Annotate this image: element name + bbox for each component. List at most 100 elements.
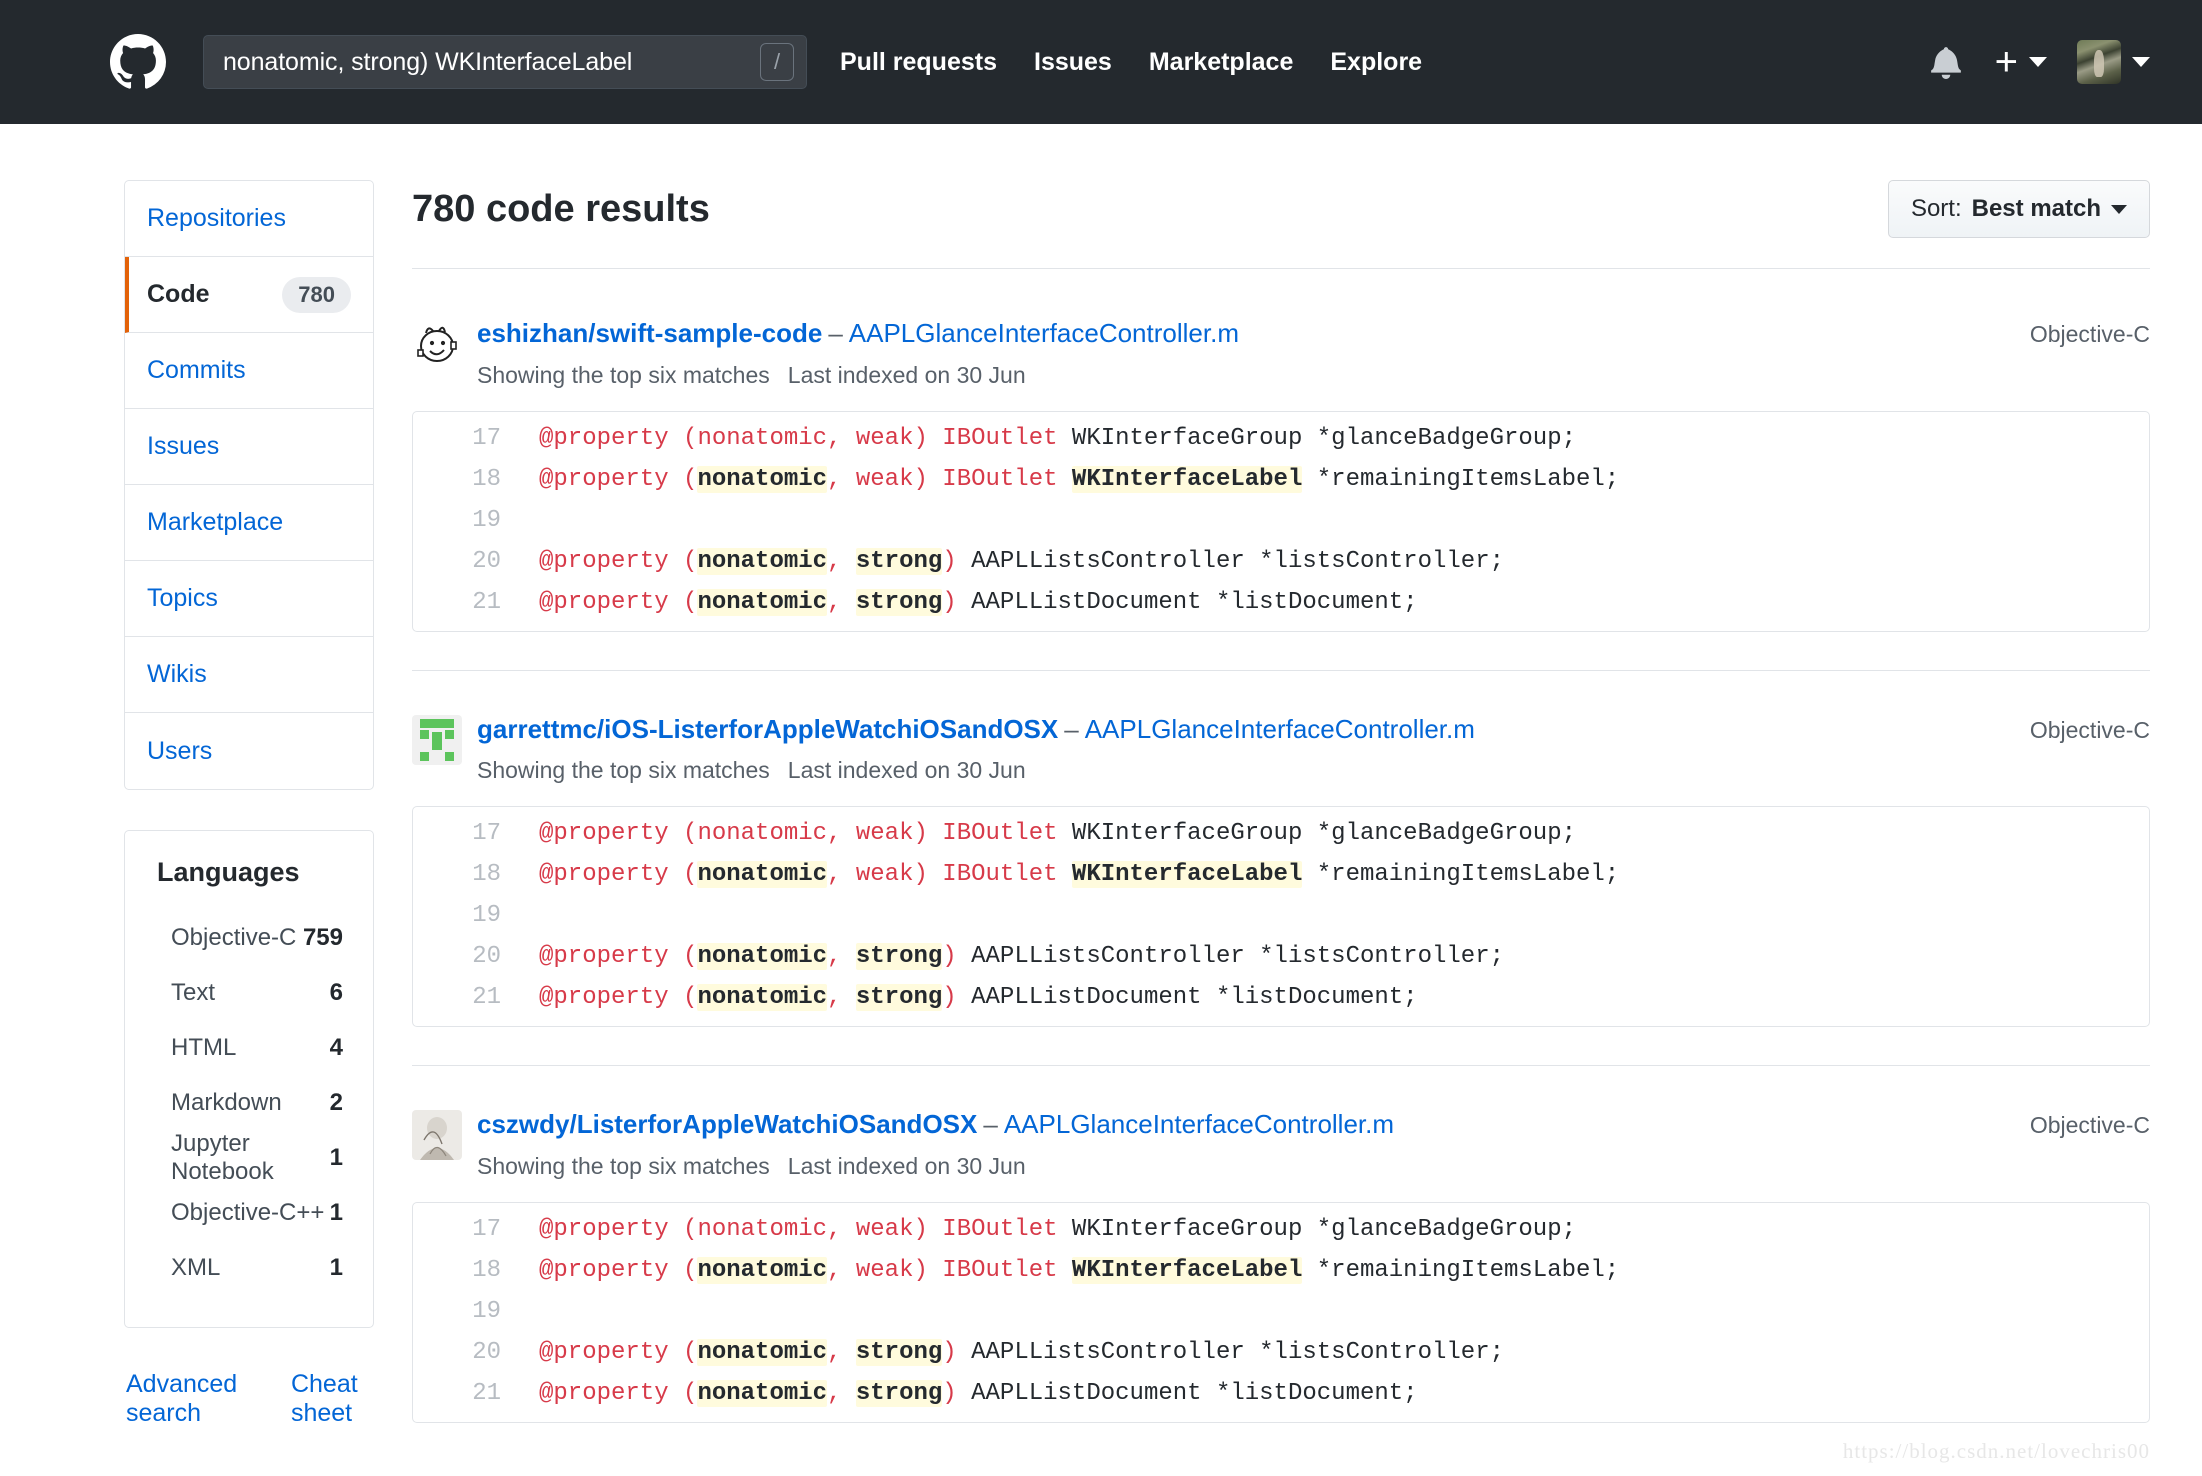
code-token: @property bbox=[539, 820, 684, 847]
result-header: garrettmc/iOS-ListerforAppleWatchiOSandO… bbox=[412, 713, 2150, 785]
sidebar-item-marketplace[interactable]: Marketplace bbox=[125, 485, 373, 561]
sidebar-item-commits[interactable]: Commits bbox=[125, 333, 373, 409]
match-highlight: strong bbox=[855, 943, 943, 970]
github-mark-icon[interactable] bbox=[110, 34, 166, 90]
result-language-label: Objective-C bbox=[2029, 716, 2150, 743]
match-highlight: WKInterfaceLabel bbox=[1071, 465, 1303, 493]
code-token: *remainingItemsLabel; bbox=[1302, 861, 1620, 888]
language-row[interactable]: Jupyter Notebook 1 bbox=[157, 1130, 343, 1185]
language-name: Markdown bbox=[171, 1088, 282, 1116]
code-line: 21 @property (nonatomic, strong) AAPLList… bbox=[413, 582, 2149, 623]
code-token: @property bbox=[539, 1338, 684, 1366]
repository-link[interactable]: garrettmc/iOS-ListerforAppleWatchiOSandO… bbox=[477, 714, 1058, 744]
code-token: ( bbox=[683, 1256, 698, 1284]
code-token: @property bbox=[539, 984, 684, 1011]
result-meta: garrettmc/iOS-ListerforAppleWatchiOSandO… bbox=[477, 713, 2002, 785]
sidebar-item-label: Issues bbox=[147, 432, 220, 460]
sidebar-item-label: Users bbox=[147, 736, 213, 765]
language-name: Objective-C bbox=[171, 923, 297, 951]
title-separator: – bbox=[828, 318, 843, 348]
file-path-link[interactable]: AAPLGlanceInterfaceController.m bbox=[1085, 714, 1475, 744]
code-token: , bbox=[827, 1379, 856, 1407]
language-name: Objective-C++ bbox=[171, 1198, 325, 1226]
result-meta: eshizhan/swift-sample-code – AAPLGlanceInt… bbox=[477, 317, 2002, 389]
code-token: ( bbox=[683, 984, 698, 1011]
code-token: ) bbox=[942, 588, 972, 616]
code-token: , bbox=[827, 861, 856, 888]
language-row[interactable]: Objective-C++ 1 bbox=[157, 1185, 343, 1240]
code-token: ( bbox=[683, 465, 698, 493]
code-token: ) bbox=[942, 1338, 972, 1366]
sidebar-item-label: Commits bbox=[147, 356, 246, 384]
code-token: IBOutlet bbox=[942, 1215, 1058, 1243]
line-number: 19 bbox=[472, 506, 501, 534]
matches-count-text: Showing the top six matches bbox=[477, 1152, 770, 1179]
search-results: 780 code results Sort: Best match eshizh… bbox=[374, 180, 2150, 1476]
nav-explore[interactable]: Explore bbox=[1330, 48, 1422, 77]
languages-panel: Languages Objective-C 759 Text 6 HTML 4 Markdo… bbox=[124, 830, 374, 1328]
cheat-sheet-link[interactable]: Cheat sheet bbox=[291, 1370, 374, 1428]
code-token: WKInterfaceGroup *glanceBadgeGroup; bbox=[1057, 820, 1576, 847]
sidebar-item-users[interactable]: Users bbox=[125, 713, 373, 789]
search-box[interactable]: / bbox=[203, 35, 807, 89]
code-token: WKInterfaceGroup *glanceBadgeGroup; bbox=[1057, 1215, 1576, 1243]
language-row[interactable]: Text 6 bbox=[157, 965, 343, 1020]
bell-icon[interactable] bbox=[1923, 39, 1969, 85]
language-count: 2 bbox=[329, 1088, 343, 1116]
code-content: @property (nonatomic, strong) AAPLListsC… bbox=[521, 1332, 2149, 1373]
code-token: IBOutlet bbox=[942, 861, 1058, 888]
file-path-link[interactable]: AAPLGlanceInterfaceController.m bbox=[1004, 1109, 1394, 1139]
sort-dropdown[interactable]: Sort: Best match bbox=[1887, 180, 2150, 238]
code-token: weak bbox=[855, 861, 914, 888]
create-new-menu[interactable]: + bbox=[1995, 42, 2047, 82]
code-content bbox=[521, 895, 2149, 936]
advanced-search-link[interactable]: Advanced search bbox=[126, 1370, 245, 1428]
code-line: 19 bbox=[413, 895, 2149, 936]
code-token: ( bbox=[683, 861, 698, 888]
search-sidebar: Repositories Code 780 Commits Issues Mar… bbox=[0, 180, 374, 1476]
sidebar-item-topics[interactable]: Topics bbox=[125, 561, 373, 637]
repository-link[interactable]: cszwdy/ListerforAppleWatchiOSandOSX bbox=[477, 1109, 977, 1139]
search-input[interactable] bbox=[223, 47, 760, 77]
code-line: 18 @property (nonatomic, weak) IBOutlet W… bbox=[413, 854, 2149, 895]
language-row[interactable]: XML 1 bbox=[157, 1240, 343, 1295]
language-row[interactable]: HTML 4 bbox=[157, 1020, 343, 1075]
avatar[interactable] bbox=[2077, 40, 2121, 84]
code-line: 20 @property (nonatomic, strong) AAPLList… bbox=[413, 1332, 2149, 1373]
sort-prefix-label: Sort: bbox=[1910, 195, 1962, 222]
match-highlight: strong bbox=[855, 1379, 943, 1407]
code-token: , bbox=[827, 943, 856, 970]
file-path-link[interactable]: AAPLGlanceInterfaceController.m bbox=[849, 318, 1239, 348]
language-count: 4 bbox=[329, 1033, 343, 1061]
language-row[interactable]: Markdown 2 bbox=[157, 1075, 343, 1130]
code-token: @property bbox=[539, 1379, 684, 1407]
code-token: IBOutlet bbox=[942, 820, 1058, 847]
primary-nav: Pull requests Issues Marketplace Explore bbox=[840, 48, 1459, 77]
code-token: AAPLListDocument *listDocument; bbox=[971, 984, 1418, 1011]
repository-link[interactable]: eshizhan/swift-sample-code bbox=[477, 318, 822, 348]
code-token: , bbox=[827, 547, 856, 575]
sidebar-item-wikis[interactable]: Wikis bbox=[125, 637, 373, 713]
sidebar-item-code[interactable]: Code 780 bbox=[125, 257, 373, 333]
language-count: 1 bbox=[329, 1198, 343, 1226]
code-content: @property (nonatomic, weak) IBOutlet WKI… bbox=[521, 854, 2149, 895]
nav-pull-requests[interactable]: Pull requests bbox=[840, 48, 997, 77]
result-meta: cszwdy/ListerforAppleWatchiOSandOSX – AAPL… bbox=[477, 1108, 2002, 1180]
matches-count-text: Showing the top six matches bbox=[477, 757, 770, 783]
line-number: 18 bbox=[472, 1256, 501, 1284]
match-highlight: nonatomic bbox=[697, 547, 828, 575]
nav-marketplace[interactable]: Marketplace bbox=[1149, 48, 1294, 77]
code-token: ( bbox=[683, 1379, 698, 1407]
chevron-down-icon[interactable] bbox=[2132, 57, 2150, 67]
sidebar-item-issues[interactable]: Issues bbox=[125, 409, 373, 485]
match-highlight: nonatomic bbox=[697, 861, 828, 888]
sidebar-item-label: Code bbox=[147, 280, 210, 308]
line-number: 17 bbox=[472, 424, 501, 452]
sidebar-item-repositories[interactable]: Repositories bbox=[125, 181, 373, 257]
language-row[interactable]: Objective-C 759 bbox=[157, 910, 343, 965]
title-separator: – bbox=[983, 1109, 998, 1139]
sidebar-item-label: Repositories bbox=[147, 204, 286, 232]
code-snippet: 17 @property (nonatomic, weak) IBOutlet W… bbox=[412, 1201, 2150, 1423]
code-token: weak bbox=[855, 820, 914, 847]
nav-issues[interactable]: Issues bbox=[1034, 48, 1112, 77]
